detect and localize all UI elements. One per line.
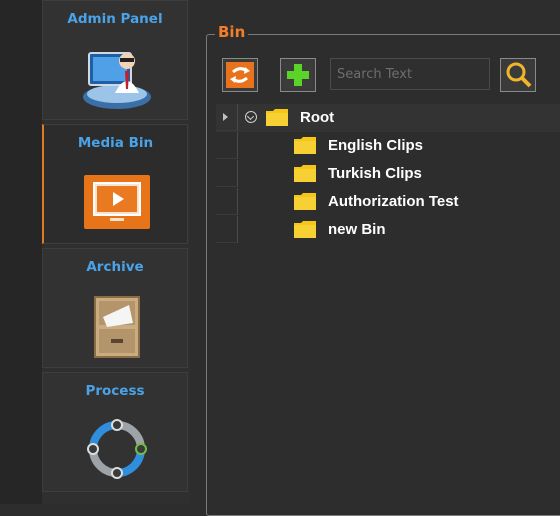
left-strip [0,0,42,504]
folder-icon [266,109,288,126]
sidebar-item-process[interactable]: Process [42,372,188,492]
folder-icon [294,221,316,238]
folder-icon [294,137,316,154]
refresh-button[interactable] [222,58,258,92]
bin-tree: Root English Clips Turkish Clips Authori… [216,104,560,504]
tree-row[interactable]: Turkish Clips [216,160,560,188]
sidebar: Admin Panel Media Bin Archive Process [42,0,190,504]
search-input[interactable] [330,58,490,90]
collapse-icon[interactable] [245,111,257,123]
row-cell [216,188,238,215]
tree-row-root[interactable]: Root [216,104,560,132]
magnifier-icon [506,62,532,88]
add-plus-icon [284,62,312,88]
process-cycle-icon [87,419,147,479]
refresh-arrows-icon [226,62,254,88]
search-button[interactable] [500,58,536,92]
tree-label: Root [300,109,335,126]
row-cell [216,132,238,159]
admin-panel-icon [83,52,151,109]
sidebar-item-label: Media Bin [77,135,154,151]
row-cell [216,160,238,187]
media-bin-icon [84,175,150,229]
sidebar-item-media-bin[interactable]: Media Bin [42,124,188,244]
expander-arrow-icon[interactable] [223,113,228,121]
tree-label: new Bin [328,221,386,238]
bin-title: Bin [215,23,249,41]
folder-icon [294,193,316,210]
tree-row[interactable]: English Clips [216,132,560,160]
sidebar-item-archive[interactable]: Archive [42,248,188,368]
sidebar-item-label: Process [85,383,145,399]
row-cell [216,104,238,131]
sidebar-item-label: Admin Panel [67,11,163,27]
tree-label: English Clips [328,137,424,154]
add-bin-button[interactable] [280,58,316,92]
row-cell [216,216,238,243]
folder-icon [294,165,316,182]
sidebar-item-admin-panel[interactable]: Admin Panel [42,0,188,120]
tree-label: Authorization Test [328,193,459,210]
tree-label: Turkish Clips [328,165,422,182]
tree-row[interactable]: Authorization Test [216,188,560,216]
tree-row[interactable]: new Bin [216,216,560,244]
sidebar-item-label: Archive [86,259,144,275]
archive-cabinet-icon [94,296,140,358]
